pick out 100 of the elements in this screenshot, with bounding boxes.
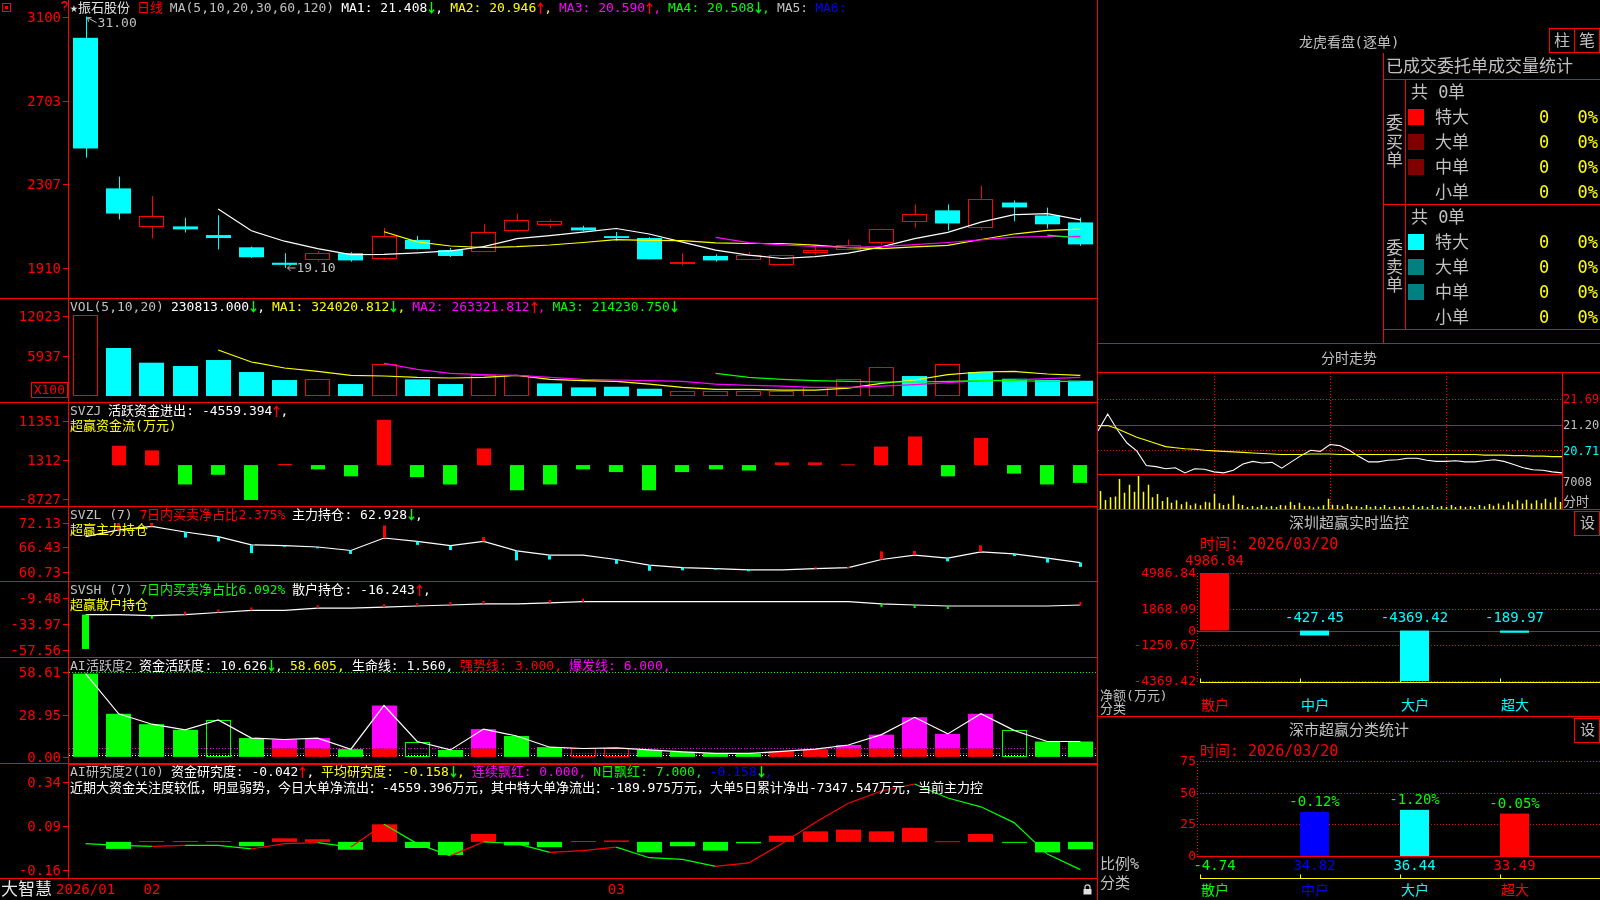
axis-tick-label: -33.97 <box>10 617 61 632</box>
indicator-label: VOL(5,10,20) <box>70 299 164 314</box>
bar <box>244 465 258 500</box>
bar <box>968 713 993 749</box>
panel-title: 深市超赢分类统计 <box>1289 720 1409 741</box>
date-label: 03 <box>607 880 625 899</box>
bar <box>537 383 562 397</box>
bar <box>615 559 618 564</box>
bar <box>675 465 689 473</box>
axis-tick-label: 66.43 <box>18 540 61 555</box>
date-label: 2026/01 <box>56 880 116 899</box>
bar <box>305 379 330 396</box>
category-label: 超大 <box>1500 697 1529 713</box>
bar <box>106 348 131 397</box>
axis-tick-label: 3100 <box>27 9 61 24</box>
indicator-label: 主力持仓: 62.928 <box>292 507 408 522</box>
price-annotation: 31.00 <box>97 15 137 30</box>
settings-button[interactable]: 设 <box>1574 718 1600 743</box>
bar <box>272 838 297 842</box>
indicator-label: ★振石股份 <box>70 0 130 15</box>
bar <box>405 742 430 757</box>
bar <box>648 565 651 571</box>
change-label: -1.20% <box>1389 792 1440 808</box>
axis-tick-label: 60.73 <box>18 564 61 579</box>
price-annotation: 19.10 <box>296 261 336 275</box>
axis-title: 分时 <box>1563 495 1589 509</box>
order-percent: 0% <box>1576 181 1599 202</box>
bar <box>1068 841 1093 850</box>
axis-tick-label: 12023 <box>18 308 61 323</box>
bar <box>1002 730 1027 757</box>
bar <box>372 748 397 757</box>
separator-text: , <box>422 582 431 597</box>
indicator-label: 7日内买卖净占比2.375% <box>139 507 286 522</box>
value-label: -427.45 <box>1285 611 1344 625</box>
bar <box>537 841 562 848</box>
value-label: 36.44 <box>1393 857 1436 873</box>
axis-tick-label: 50 <box>1180 786 1196 799</box>
order-count: 0 <box>1537 257 1551 277</box>
bar <box>1046 558 1049 563</box>
group-label: 委卖单 <box>1386 238 1403 296</box>
order-percent: 0% <box>1576 107 1599 128</box>
order-type-label: 小单 <box>1434 181 1470 202</box>
bar <box>874 446 888 466</box>
category-label: 大户 <box>1400 697 1429 713</box>
axis-title: 净额(万元) <box>1100 689 1168 703</box>
indicator-label: MA3: 214230.750 <box>552 299 670 314</box>
axis-tick-label: -9.48 <box>18 590 61 605</box>
indicator-label: MA5: <box>776 0 809 15</box>
bar <box>405 379 430 397</box>
bar <box>515 550 518 561</box>
bar <box>1040 465 1054 485</box>
bar <box>836 748 861 757</box>
indicator-label: 连续飘红: 0.000, <box>471 764 587 779</box>
axis-tick-label: -8727 <box>18 491 61 506</box>
order-count: 0 <box>1537 156 1551 177</box>
bar <box>383 525 386 538</box>
bar <box>239 372 264 397</box>
mode-button[interactable]: 笔 <box>1574 28 1600 53</box>
bar <box>670 841 695 847</box>
bar <box>184 531 187 538</box>
question-icon[interactable] <box>61 1 68 11</box>
category-label: 散户 <box>1200 882 1229 898</box>
change-label: -0.12% <box>1289 794 1340 810</box>
bar <box>637 388 662 397</box>
separator-text: , <box>280 403 289 418</box>
indicator-label: 活跃资金进出: -4559.394 <box>108 403 273 418</box>
indicator-label: AI活跃度2 <box>70 658 133 673</box>
axis-tick-label: -0.16 <box>18 862 61 877</box>
bar <box>576 465 590 470</box>
pointer-icon <box>87 17 98 24</box>
bar <box>537 747 562 757</box>
settings-button[interactable]: 设 <box>1574 511 1600 536</box>
axis-tick-label: 28.95 <box>18 708 61 722</box>
price-tick-label: 21.20 <box>1563 418 1600 432</box>
bar <box>836 829 861 842</box>
separator-text: , <box>415 507 423 522</box>
separator-text: , <box>456 764 465 779</box>
bar <box>206 720 231 757</box>
square-icon[interactable] <box>2 3 11 12</box>
axis-tick-label: 0.00 <box>27 749 61 764</box>
price-tick-label: 20.71 <box>1563 444 1600 458</box>
mode-button[interactable]: 柱 <box>1549 28 1575 53</box>
indicator-label: SVZJ <box>70 403 102 418</box>
bar <box>548 555 551 560</box>
volume-scale-label: 7008 <box>1563 476 1592 489</box>
bar <box>902 717 927 749</box>
bar <box>139 724 164 757</box>
indicator-label: 230813.000 <box>170 299 250 314</box>
indicator-label: MA1: 21.408 <box>341 0 428 15</box>
axis-tick-label: 1312 <box>27 453 61 467</box>
separator-text: , <box>653 0 661 15</box>
group-label: 委买单 <box>1386 113 1403 171</box>
separator-text: , <box>762 0 770 15</box>
bar <box>979 545 982 552</box>
pointer-icon <box>287 264 297 272</box>
order-type-label: 特大 <box>1434 232 1470 253</box>
lock-icon[interactable] <box>1083 884 1092 895</box>
bar <box>73 315 98 396</box>
axis-tick-label: 2307 <box>27 177 61 192</box>
axis-tick-label: -57.56 <box>10 642 61 657</box>
